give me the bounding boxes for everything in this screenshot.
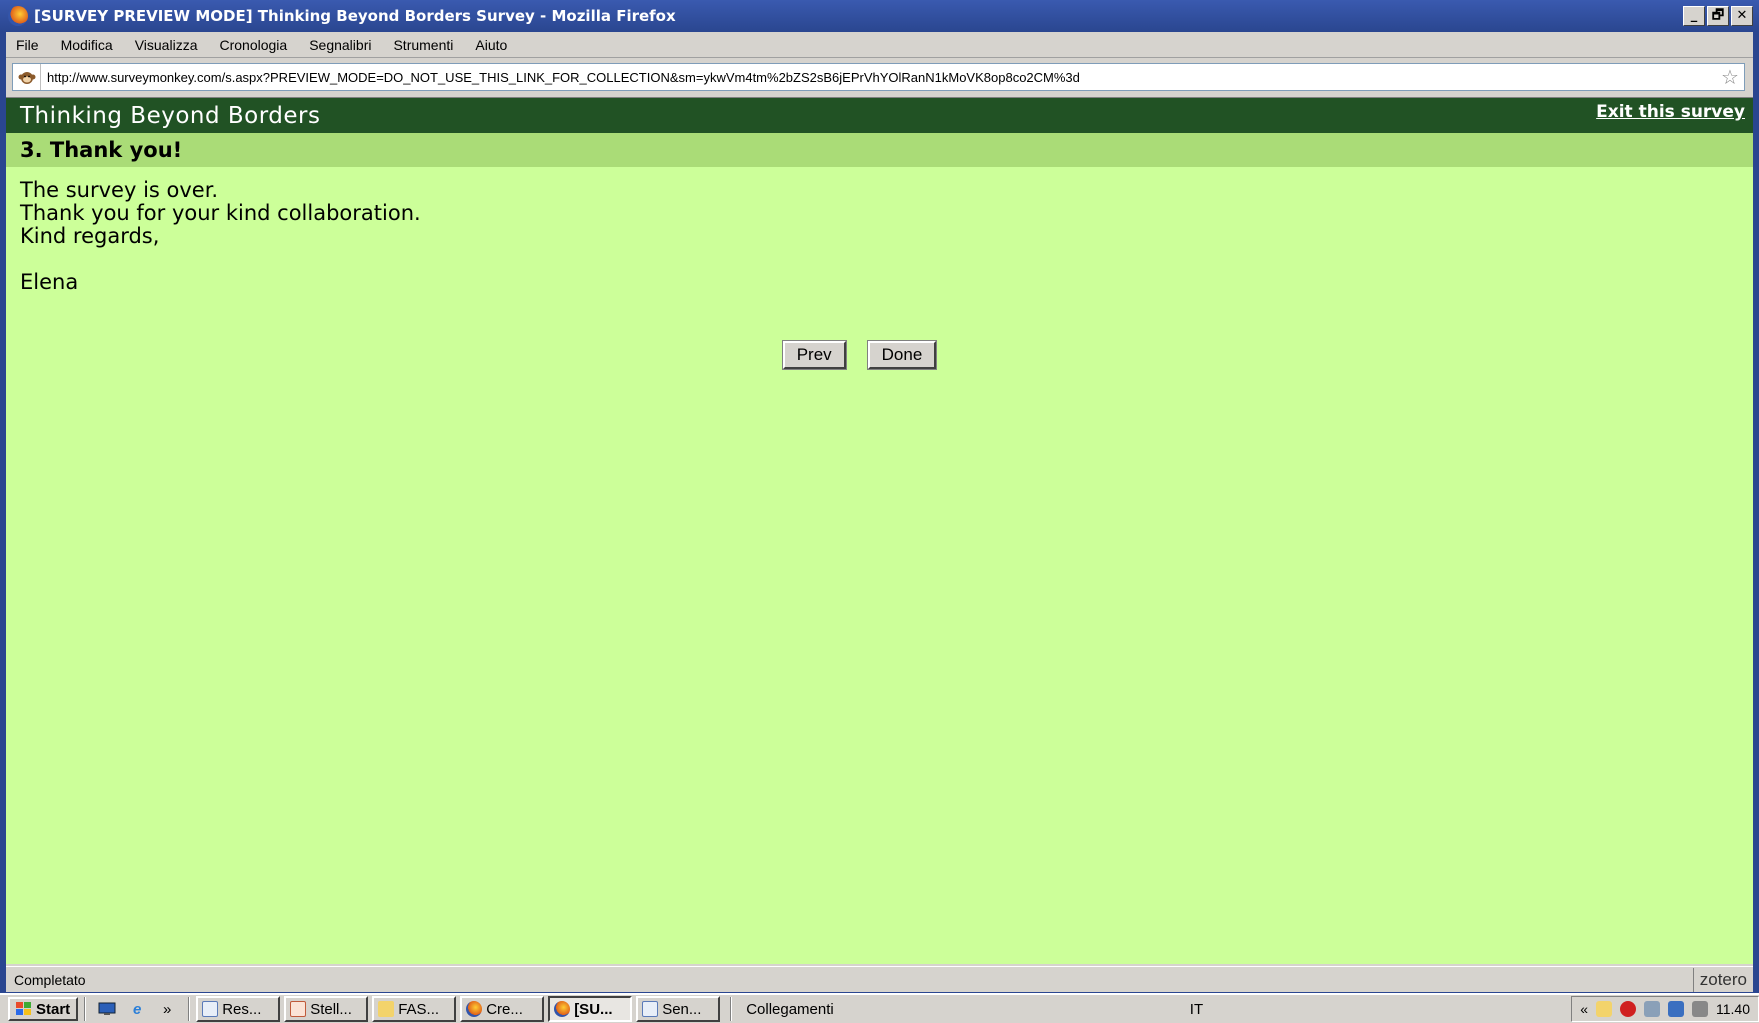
tray-folder-icon[interactable] [1596,1001,1612,1017]
message-line: Kind regards, [20,224,160,248]
minimize-button[interactable]: _ [1683,6,1705,26]
document-icon [642,1001,659,1017]
menu-aiuto[interactable]: Aiuto [475,37,507,53]
task-label: [SU... [574,1000,613,1018]
quicklaunch-more-icon[interactable]: » [156,999,178,1019]
folder-icon [378,1001,395,1017]
firefox-icon [466,1001,483,1017]
taskbar: Start e » Res... Stell... FAS... Cre... … [0,993,1759,1023]
site-identity-icon[interactable] [13,64,41,90]
navigation-toolbar: http://www.surveymonkey.com/s.aspx?PREVI… [6,58,1753,98]
task-label: Cre... [486,1000,523,1018]
bookmark-star-icon[interactable]: ☆ [1716,65,1744,89]
taskbar-separator [84,997,87,1021]
language-indicator[interactable]: IT [1190,1001,1203,1018]
menu-visualizza[interactable]: Visualizza [135,37,198,53]
message-line: Thank you for your kind collaboration. [20,201,421,225]
signature: Elena [20,270,79,294]
show-desktop-icon[interactable] [96,999,118,1019]
task-label: FAS... [398,1000,440,1018]
tray-network-icon[interactable] [1668,1001,1684,1017]
survey-navigation: Prev Done [6,340,1753,370]
menu-file[interactable]: File [16,37,39,53]
survey-header: Thinking Beyond Borders Exit this survey [6,98,1753,133]
taskbar-separator [188,997,191,1021]
clock[interactable]: 11.40 [1716,1001,1750,1017]
taskbar-item[interactable]: Stell... [284,996,369,1022]
survey-title: Thinking Beyond Borders [20,102,321,129]
internet-explorer-icon[interactable]: e [126,999,148,1019]
page-heading: 3. Thank you! [6,133,1753,167]
window-title: [SURVEY PREVIEW MODE] Thinking Beyond Bo… [34,7,676,25]
taskbar-item[interactable]: FAS... [372,996,457,1022]
links-toolbar-label[interactable]: Collegamenti [746,1001,834,1018]
firefox-icon [554,1001,571,1017]
window-controls: _ 🗗 ✕ [1683,6,1753,26]
menu-cronologia[interactable]: Cronologia [219,37,287,53]
menu-modifica[interactable]: Modifica [61,37,113,53]
tray-antivirus-icon[interactable] [1620,1001,1636,1017]
message-line: The survey is over. [20,178,219,202]
status-text: Completato [14,971,86,988]
address-bar[interactable]: http://www.surveymonkey.com/s.aspx?PREVI… [12,63,1745,91]
system-tray: « 11.40 [1571,996,1759,1022]
taskbar-separator [730,997,733,1021]
taskbar-item[interactable]: Res... [196,996,281,1022]
start-button[interactable]: Start [8,997,79,1021]
status-bar: Completato zotero [6,966,1753,992]
zotero-button[interactable]: zotero [1692,967,1753,992]
thank-you-message: The survey is over. Thank you for your k… [6,167,1753,294]
menu-segnalibri[interactable]: Segnalibri [309,37,371,53]
tray-device-icon[interactable] [1644,1001,1660,1017]
taskbar-item-active[interactable]: [SU... [548,996,633,1022]
taskbar-item[interactable]: Sen... [636,996,721,1022]
url-text[interactable]: http://www.surveymonkey.com/s.aspx?PREVI… [47,70,1716,85]
windows-logo-icon [16,1002,31,1015]
firefox-icon [8,6,28,26]
menu-strumenti[interactable]: Strumenti [393,37,453,53]
menu-bar: File Modifica Visualizza Cronologia Segn… [6,32,1753,58]
prev-button[interactable]: Prev [781,340,847,370]
tray-volume-muted-icon[interactable] [1692,1001,1708,1017]
task-label: Stell... [310,1000,352,1018]
done-button[interactable]: Done [866,340,938,370]
close-button[interactable]: ✕ [1731,6,1753,26]
exit-survey-link[interactable]: Exit this survey [1596,102,1745,122]
document-icon [290,1001,307,1017]
document-icon [202,1001,219,1017]
monkey-icon [18,72,35,84]
task-label: Sen... [662,1000,702,1018]
tray-expand-icon[interactable]: « [1580,1001,1588,1017]
taskbar-item[interactable]: Cre... [460,996,545,1022]
restore-button[interactable]: 🗗 [1707,6,1729,26]
title-bar[interactable]: [SURVEY PREVIEW MODE] Thinking Beyond Bo… [0,0,1759,32]
task-label: Res... [222,1000,262,1018]
start-label: Start [36,1000,71,1018]
page-content: Thinking Beyond Borders Exit this survey… [6,98,1753,964]
